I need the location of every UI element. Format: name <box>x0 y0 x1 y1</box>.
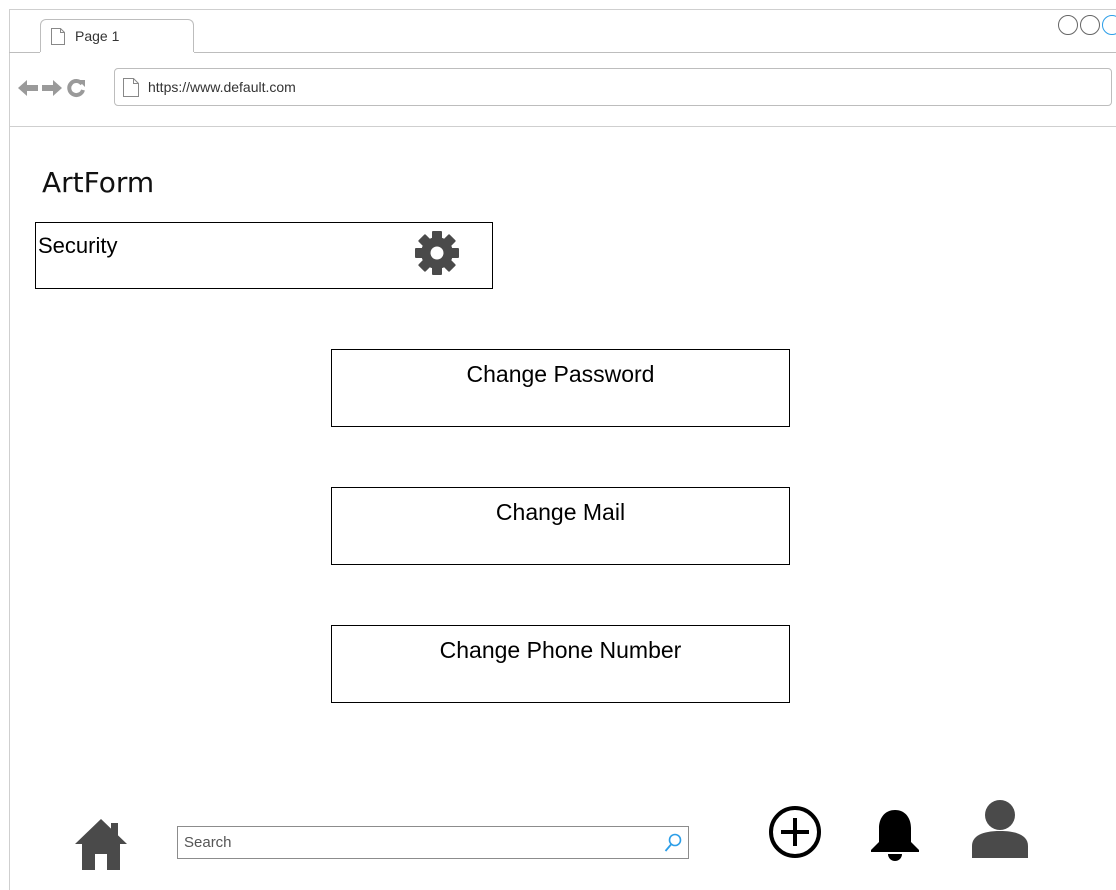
change-phone-number-label: Change Phone Number <box>439 637 682 663</box>
page-icon <box>123 78 139 97</box>
plus-circle-icon[interactable] <box>767 804 823 860</box>
bell-icon[interactable] <box>866 806 924 864</box>
home-icon[interactable] <box>74 817 128 871</box>
forward-button[interactable] <box>42 78 62 98</box>
gear-icon[interactable] <box>412 227 462 279</box>
maximize-button[interactable] <box>1080 15 1100 35</box>
reload-button[interactable] <box>66 78 86 98</box>
browser-chrome: Page 1 https://www.default.com <box>0 0 1116 127</box>
change-mail-button[interactable]: Change Mail <box>331 487 790 565</box>
close-button[interactable] <box>1102 15 1116 35</box>
window-controls <box>1056 15 1116 35</box>
tab-strip-line-left <box>9 52 40 53</box>
change-mail-label: Change Mail <box>495 499 626 525</box>
section-label: Security <box>38 233 118 258</box>
tab-label: Page 1 <box>75 28 120 44</box>
search-input[interactable]: Search <box>177 826 689 859</box>
nav-buttons <box>18 78 86 98</box>
reload-icon <box>67 79 85 98</box>
user-icon[interactable] <box>970 798 1030 860</box>
browser-tab[interactable]: Page 1 <box>40 19 194 52</box>
tab-strip-line-right <box>194 52 1116 53</box>
change-password-button[interactable]: Change Password <box>331 349 790 427</box>
chrome-divider <box>9 126 1116 127</box>
browser-frame <box>9 9 1116 890</box>
change-password-label: Change Password <box>466 361 655 387</box>
url-text: https://www.default.com <box>148 79 296 95</box>
minimize-button[interactable] <box>1058 15 1078 35</box>
change-phone-number-button[interactable]: Change Phone Number <box>331 625 790 703</box>
search-icon[interactable] <box>664 833 682 853</box>
forward-arrow-icon <box>42 80 62 96</box>
search-placeholder: Search <box>184 834 232 851</box>
app-title: ArtForm <box>42 166 155 199</box>
page-icon <box>51 28 65 45</box>
address-bar[interactable]: https://www.default.com <box>114 68 1112 106</box>
back-button[interactable] <box>18 78 38 98</box>
back-arrow-icon <box>18 80 38 96</box>
security-section[interactable]: Security <box>35 222 493 289</box>
